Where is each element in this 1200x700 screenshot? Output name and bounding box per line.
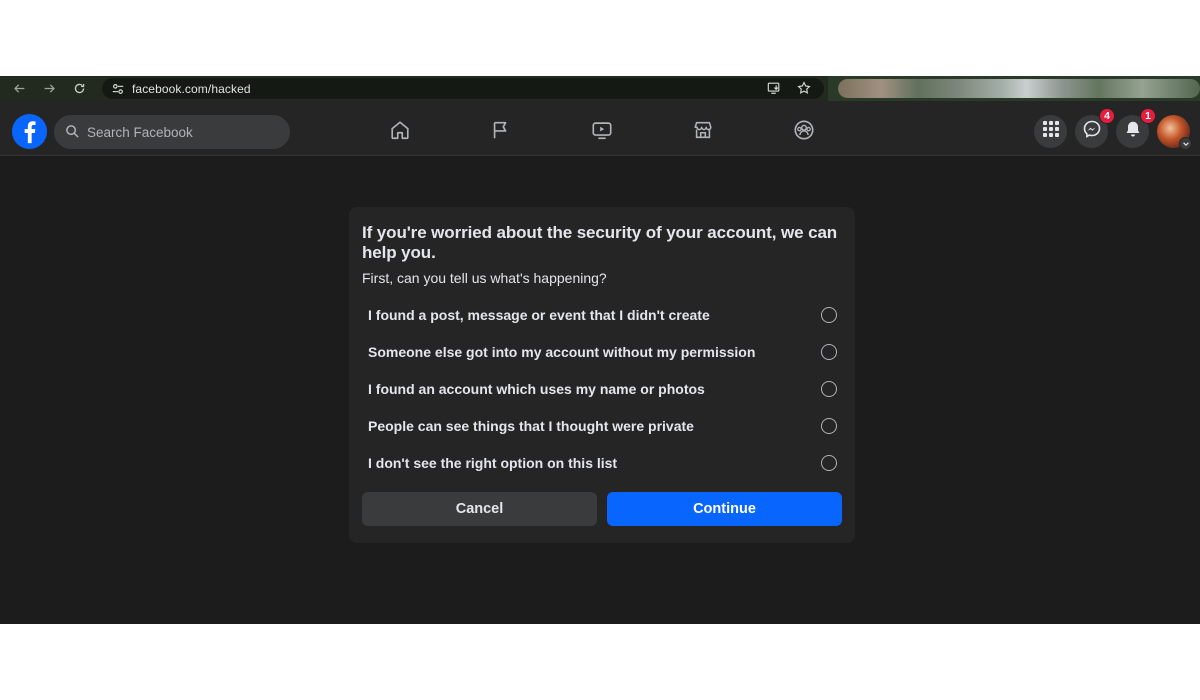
site-info-icon[interactable] [110,81,126,97]
reload-icon[interactable] [68,78,90,100]
search-placeholder: Search Facebook [87,124,193,140]
radio-button[interactable] [821,418,837,435]
screen: facebook.com/hacked Search Facebook 4 1 … [0,76,1200,624]
options-list: I found a post, message or event that I … [362,296,842,482]
dialog-actions: Cancel Continue [362,491,842,526]
tab-marketplace[interactable] [652,112,753,152]
option-label: I found an account which uses my name or… [368,380,705,397]
dialog-title: If you're worried about the security of … [362,223,838,262]
radio-button[interactable] [821,380,837,397]
bookmark-star-icon[interactable] [796,80,812,96]
forward-icon[interactable] [38,78,60,100]
grid-menu-icon [1042,120,1060,143]
option-label: Someone else got into my account without… [368,343,756,360]
option-label: I found a post, message or event that I … [368,306,710,323]
messenger-badge: 4 [1099,108,1115,124]
option-unauthorized-access[interactable]: Someone else got into my account without… [362,333,842,370]
main-nav [349,112,854,152]
search-input[interactable]: Search Facebook [54,115,290,149]
radio-button[interactable] [821,455,837,472]
radio-button[interactable] [821,343,837,360]
install-app-icon[interactable] [766,80,782,96]
tab-groups[interactable] [753,112,854,152]
header-actions: 4 1 [1034,108,1192,150]
continue-button[interactable]: Continue [607,491,842,526]
option-label: I don't see the right option on this lis… [368,455,618,472]
video-icon [591,119,613,146]
notifications-badge: 1 [1140,108,1156,124]
facebook-header: Search Facebook 4 1 [0,101,1200,156]
dialog-subtitle: First, can you tell us what's happening? [362,270,607,286]
bell-icon [1124,120,1142,143]
tab-video[interactable] [551,112,652,152]
menu-button[interactable] [1034,115,1067,148]
back-icon[interactable] [8,78,30,100]
notifications-button[interactable]: 1 [1116,108,1156,148]
tab-pages[interactable] [450,112,551,152]
facebook-logo-icon[interactable] [12,114,47,149]
chevron-down-icon [1179,137,1192,150]
messenger-icon [1083,120,1101,143]
blurred-tab-area [838,79,1200,98]
option-impersonation[interactable]: I found an account which uses my name or… [362,370,842,407]
security-help-dialog: If you're worried about the security of … [349,207,855,543]
option-privacy-issue[interactable]: People can see things that I thought wer… [362,408,842,445]
account-button[interactable] [1157,115,1192,150]
search-icon [65,124,81,140]
messenger-button[interactable]: 4 [1075,108,1115,148]
browser-toolbar: facebook.com/hacked [0,76,1200,101]
option-post-not-created[interactable]: I found a post, message or event that I … [362,296,842,333]
option-label: People can see things that I thought wer… [368,418,694,435]
cancel-button[interactable]: Cancel [362,491,597,526]
groups-icon [793,119,815,146]
home-icon [389,119,411,146]
radio-button[interactable] [821,306,837,323]
address-bar[interactable]: facebook.com/hacked [102,78,824,99]
flag-icon [490,119,512,146]
tab-home[interactable] [349,112,450,152]
option-other[interactable]: I don't see the right option on this lis… [362,445,842,482]
marketplace-icon [692,119,714,146]
url-text[interactable]: facebook.com/hacked [132,82,251,96]
